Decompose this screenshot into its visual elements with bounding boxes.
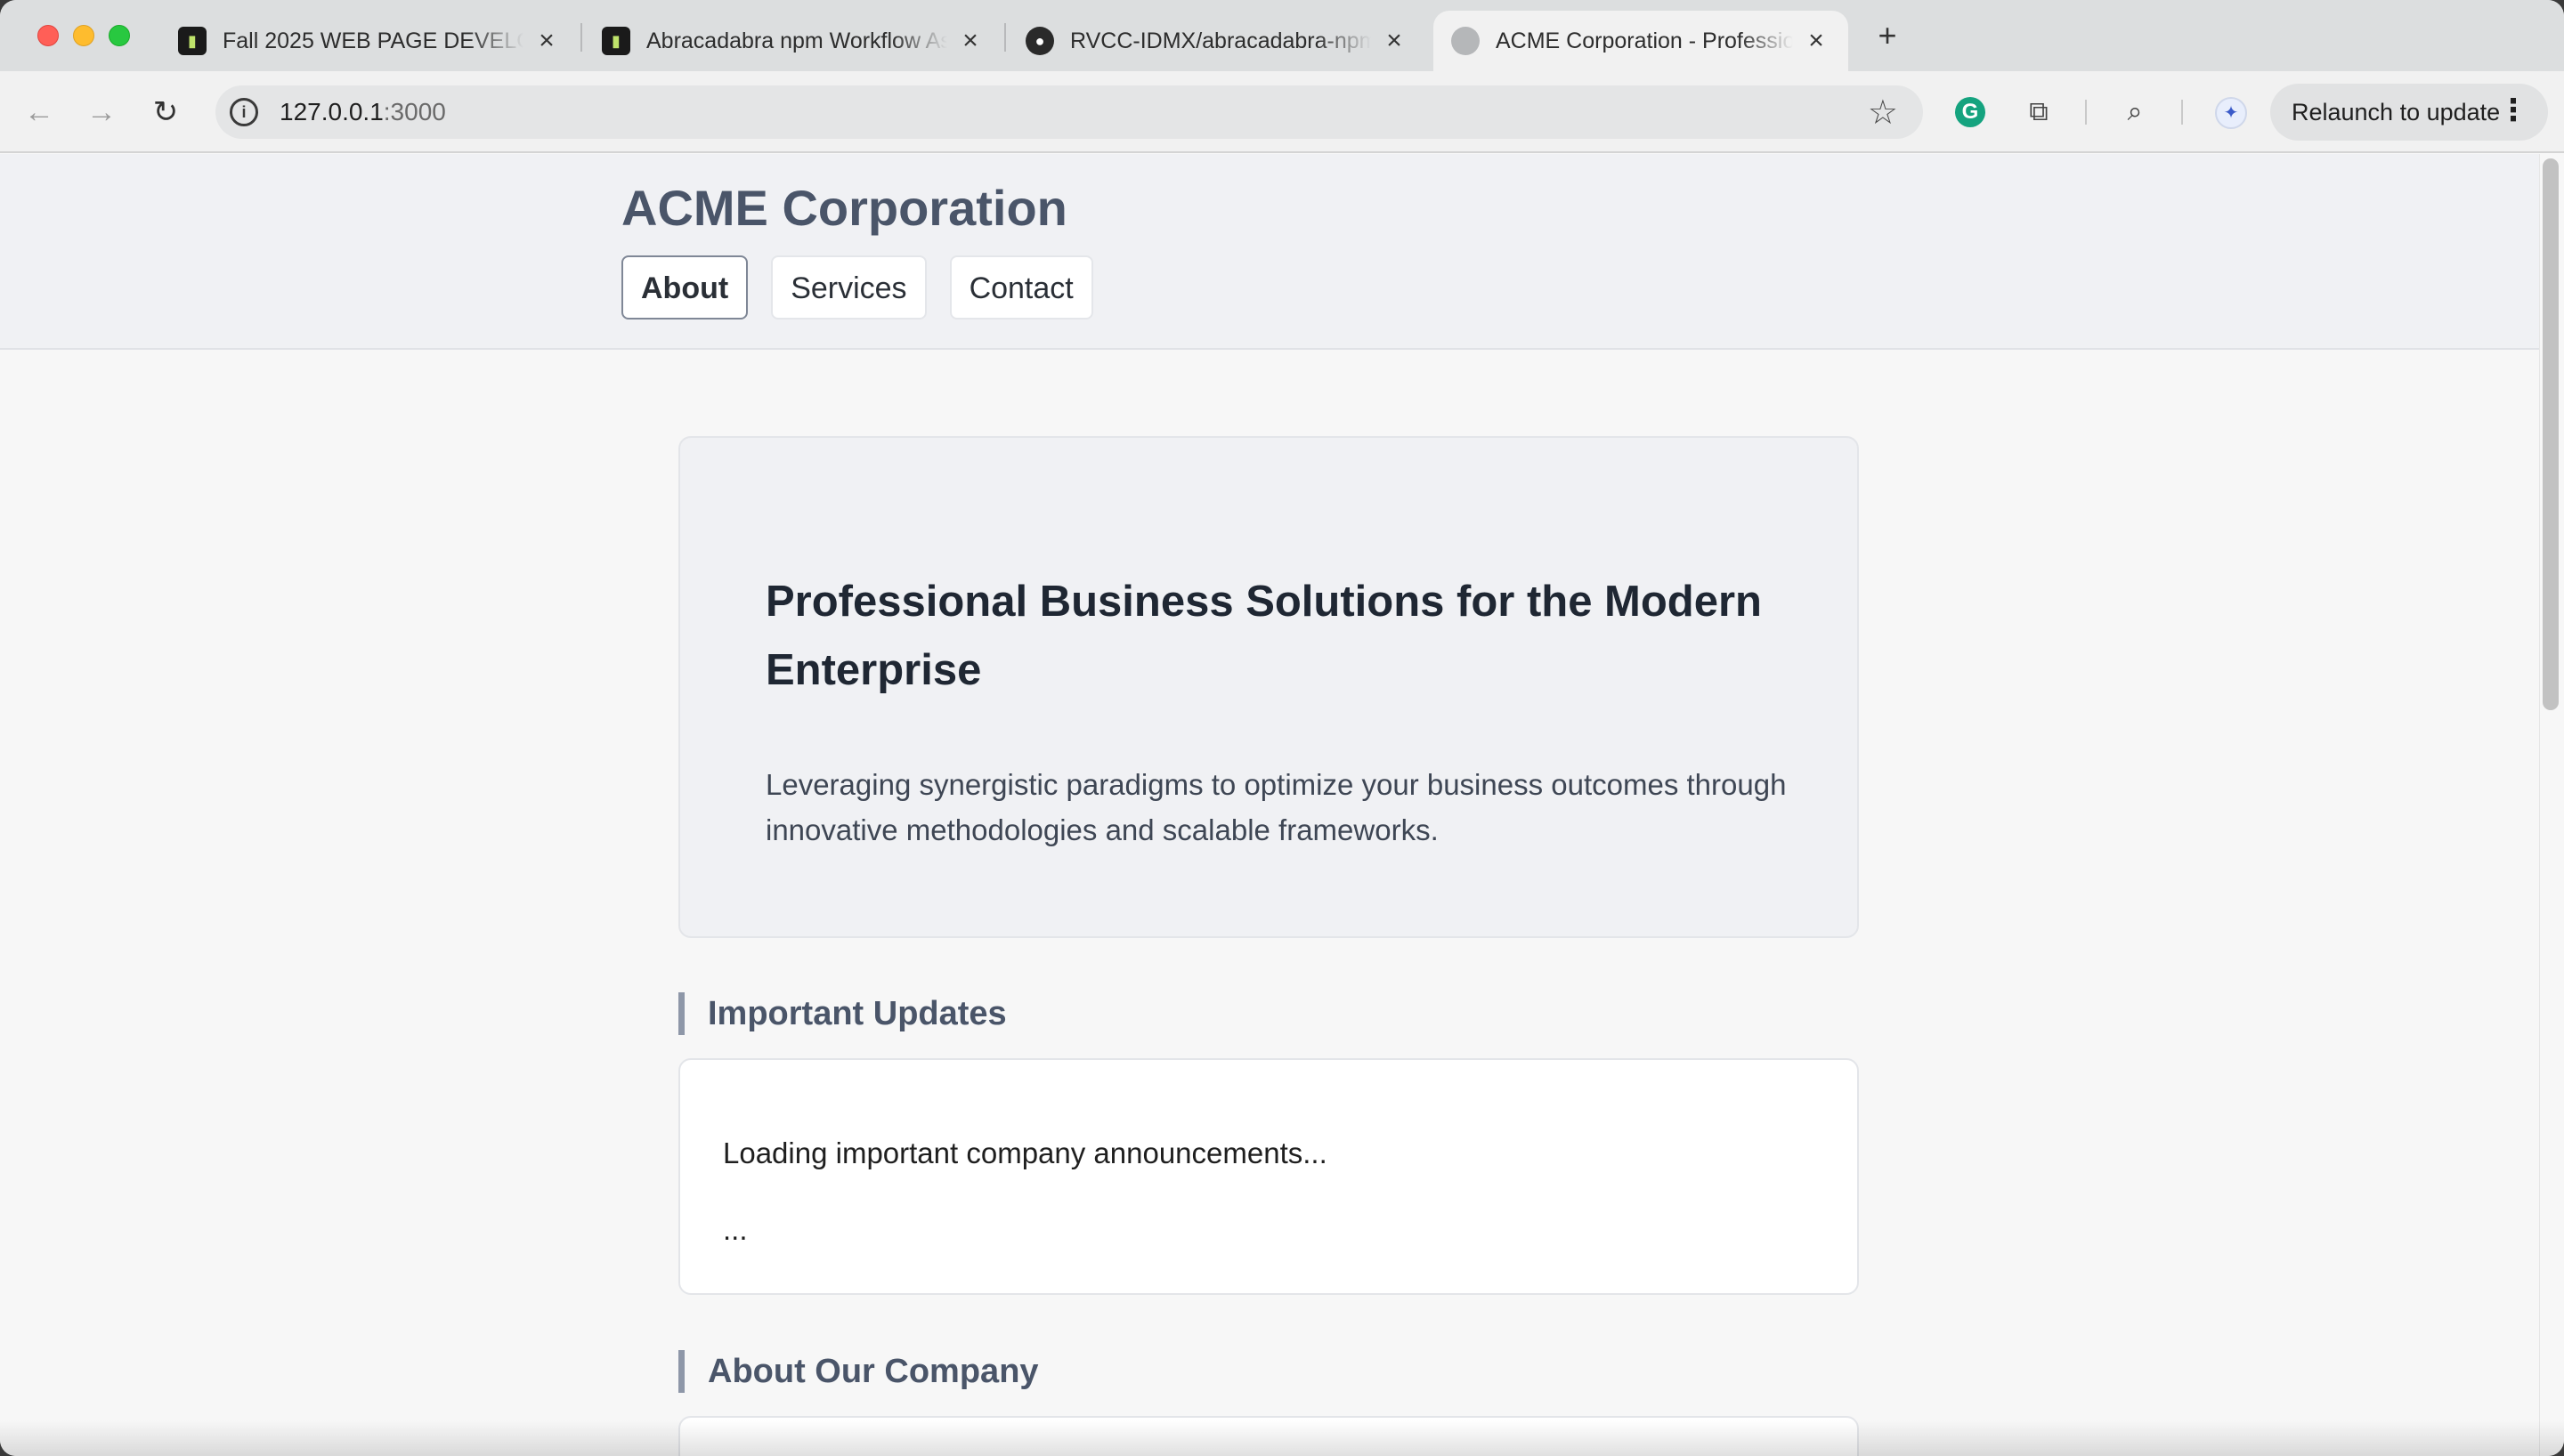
extensions-puzzle-icon[interactable]: ⧉ (2019, 93, 2058, 132)
relaunch-to-update-button[interactable]: Relaunch to update ⋮ (2270, 84, 2548, 141)
globe-icon (1451, 27, 1480, 55)
profile-avatar[interactable]: ✦ (2215, 97, 2247, 129)
section-title-updates: Important Updates (678, 992, 1007, 1035)
reload-icon[interactable]: ↻ (146, 93, 185, 132)
url-host: 127.0.0.1 (280, 98, 384, 125)
nav-link-contact[interactable]: Contact (949, 255, 1093, 320)
scrollbar-thumb[interactable] (2543, 158, 2559, 710)
grammarly-icon[interactable]: G (1955, 97, 1985, 127)
toolbar-divider (2085, 100, 2087, 125)
new-tab-button[interactable]: + (1868, 16, 1907, 55)
browser-toolbar: ← → ↻ i 127.0.0.1:3000 ☆ G ⧉ ⌕ ✦ Relaunc… (0, 71, 2564, 153)
tab-search-icon[interactable]: ⌕ (2115, 93, 2154, 132)
tab-strip: ▮ Fall 2025 WEB PAGE DEVELOPMENT × ▮ Abr… (0, 0, 2564, 71)
nav-link-about[interactable]: About (621, 255, 749, 320)
close-tab-icon[interactable]: × (1802, 26, 1830, 56)
hero-heading: Professional Business Solutions for the … (766, 578, 1762, 694)
bookmark-favicon-icon: ▮ (178, 27, 207, 55)
tab-title: RVCC-IDMX/abracadabra-npm (1070, 28, 1371, 53)
close-tab-icon[interactable]: × (532, 26, 561, 56)
address-bar[interactable]: i 127.0.0.1:3000 ☆ (215, 85, 1923, 139)
nav-link-services[interactable]: Services (771, 255, 927, 320)
tab-title: ACME Corporation - Professional (1496, 28, 1793, 53)
tab-separator (580, 23, 582, 52)
bookmark-star-icon[interactable]: ☆ (1868, 93, 1898, 133)
browser-window: ▮ Fall 2025 WEB PAGE DEVELOPMENT × ▮ Abr… (0, 0, 2564, 1456)
tab-github-repo[interactable]: ● RVCC-IDMX/abracadabra-npm × (1008, 11, 1426, 71)
toolbar-divider (2181, 100, 2183, 125)
close-tab-icon[interactable]: × (956, 26, 985, 56)
tab-title: Fall 2025 WEB PAGE DEVELOPMENT (223, 28, 523, 53)
updates-ellipsis: ... (723, 1213, 748, 1246)
tab-acme-corporation[interactable]: ACME Corporation - Professional × (1433, 11, 1848, 71)
tab-abracadabra-assignment[interactable]: ▮ Abracadabra npm Workflow Assignment × (584, 11, 1002, 71)
close-window-button[interactable] (37, 25, 59, 46)
hero-text: Leveraging synergistic paradigms to opti… (766, 768, 1787, 846)
site-title: ACME Corporation (621, 180, 1067, 236)
bookmark-favicon-icon: ▮ (602, 27, 630, 55)
github-icon: ● (1026, 27, 1054, 55)
minimize-window-button[interactable] (73, 25, 94, 46)
url-text[interactable]: 127.0.0.1:3000 (280, 98, 446, 126)
tab-separator (1004, 23, 1006, 52)
section-title-about: About Our Company (678, 1350, 1039, 1393)
site-header: ACME Corporation About Services Contact (0, 154, 2539, 350)
site-info-icon[interactable]: i (230, 98, 258, 126)
updates-card: Loading important company announcements.… (678, 1058, 1859, 1295)
forward-arrow-icon[interactable]: → (82, 93, 121, 132)
tab-fall-2025[interactable]: ▮ Fall 2025 WEB PAGE DEVELOPMENT × (160, 11, 579, 71)
tab-title: Abracadabra npm Workflow Assignment (646, 28, 947, 53)
relaunch-label: Relaunch to update (2292, 98, 2501, 125)
back-arrow-icon[interactable]: ← (20, 93, 59, 132)
url-port: :3000 (383, 98, 446, 125)
hero-section: Professional Business Solutions for the … (678, 436, 1859, 938)
maximize-window-button[interactable] (109, 25, 130, 46)
kebab-menu-icon[interactable]: ⋮ (2498, 93, 2528, 128)
close-tab-icon[interactable]: × (1380, 26, 1408, 56)
site-nav: About Services Contact (621, 255, 1093, 320)
page-viewport: ACME Corporation About Services Contact … (0, 154, 2539, 1456)
window-bottom-shadow (0, 1420, 2564, 1456)
updates-loading-text: Loading important company announcements.… (723, 1136, 1327, 1169)
